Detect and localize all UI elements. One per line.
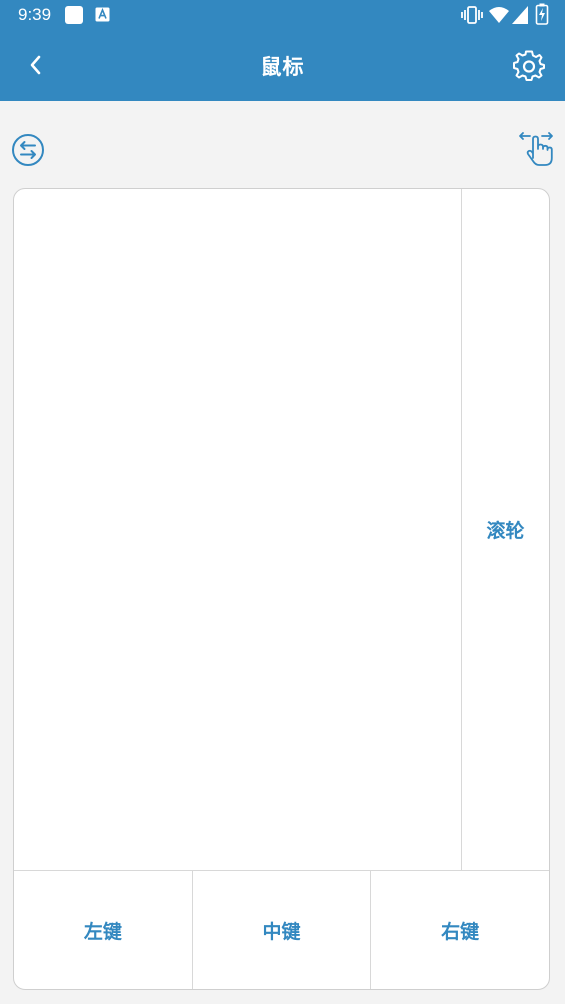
right-click-button[interactable]: 右键: [370, 871, 549, 989]
scroll-wheel-label: 滚轮: [486, 520, 525, 542]
right-click-label: 右键: [441, 920, 480, 943]
battery-charging-icon: [535, 3, 549, 25]
vibrate-icon: [461, 6, 483, 24]
middle-click-label: 中键: [262, 920, 301, 943]
page-title: 鼠标: [260, 55, 305, 79]
mouse-pad: 滚轮 左键 中键 右键: [13, 188, 550, 990]
notification-square-icon: [65, 6, 83, 24]
gear-icon[interactable]: [513, 50, 545, 82]
scroll-wheel-area[interactable]: 滚轮: [462, 189, 549, 871]
app-a-icon: [95, 7, 110, 22]
signal-icon: [512, 6, 528, 24]
wifi-icon: [489, 7, 509, 23]
left-click-label: 左键: [83, 920, 122, 943]
status-time: 9:39: [18, 5, 52, 24]
mouse-button-row: 左键 中键 右键: [14, 871, 549, 989]
swipe-gesture-icon[interactable]: [518, 128, 556, 168]
app-header: 9:39 鼠标: [0, 0, 565, 101]
switch-arrows-icon[interactable]: [11, 133, 45, 167]
left-click-button[interactable]: 左键: [14, 871, 192, 989]
status-bar: 9:39: [0, 0, 565, 32]
touchpad-area[interactable]: [14, 189, 462, 871]
middle-click-button[interactable]: 中键: [191, 871, 371, 989]
